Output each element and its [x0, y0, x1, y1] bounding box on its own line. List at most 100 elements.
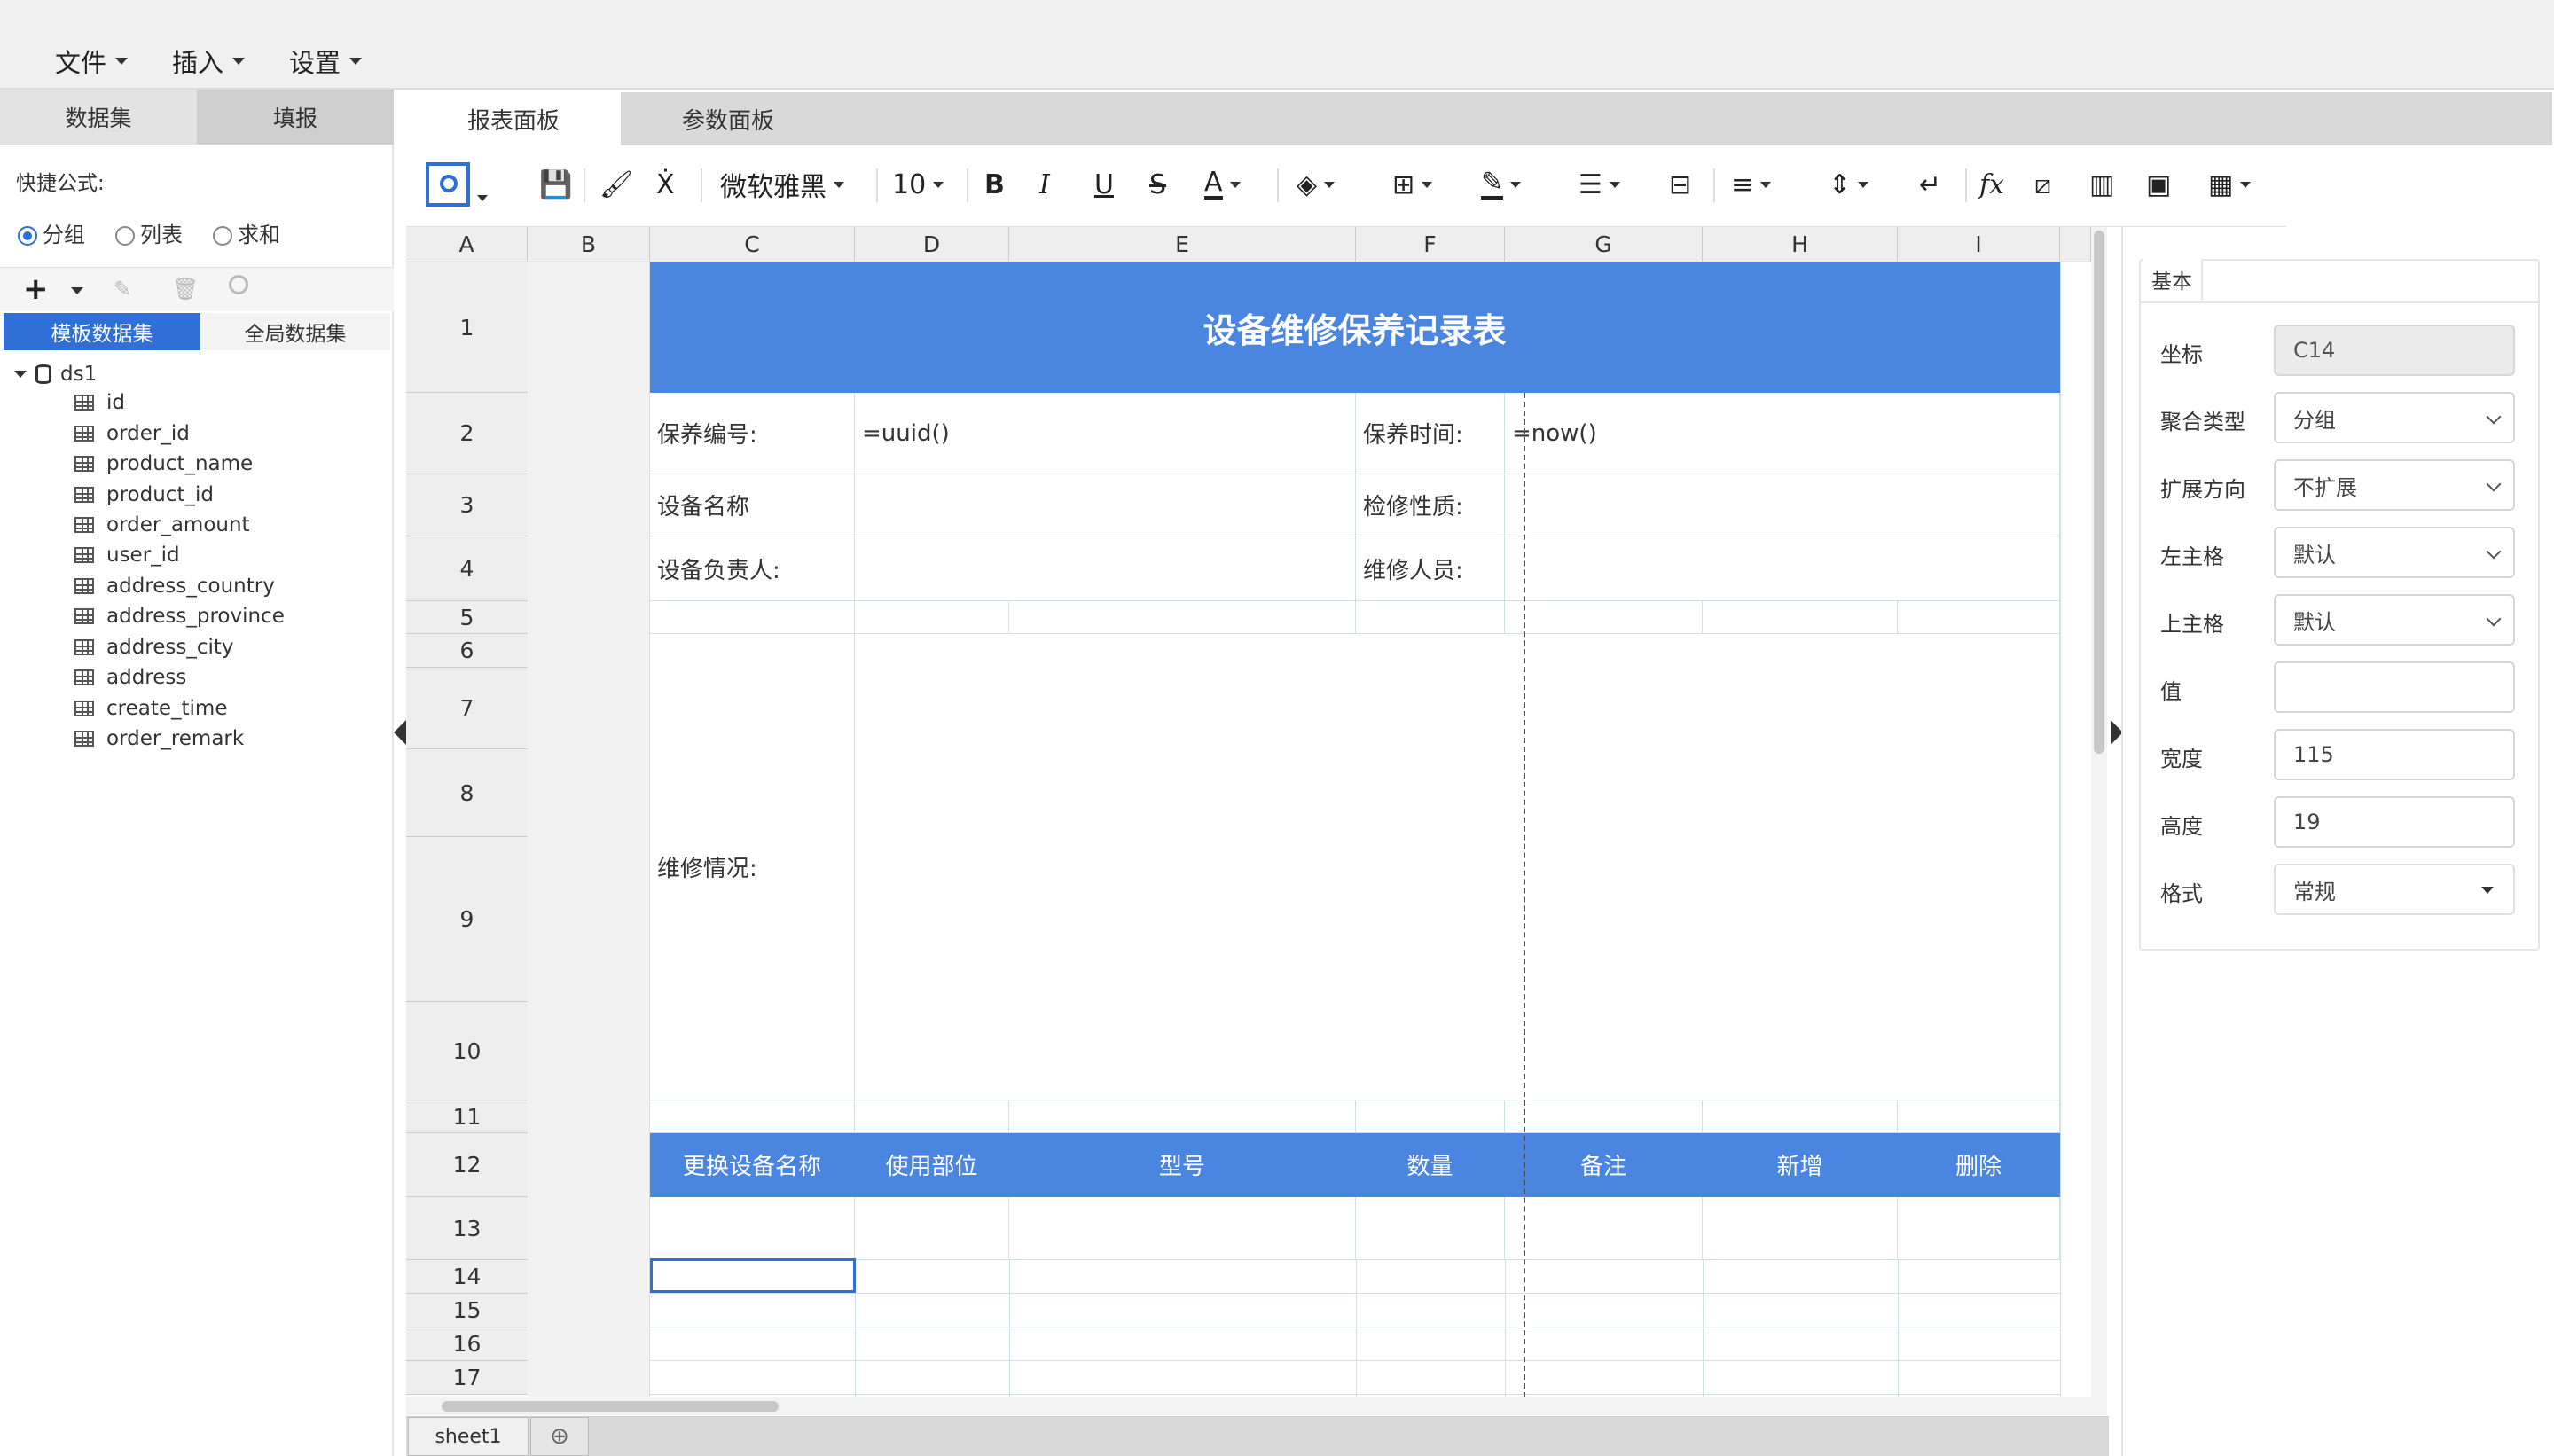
- cell[interactable]: [1703, 1100, 1898, 1133]
- row-header[interactable]: 1: [406, 262, 528, 393]
- cell[interactable]: [1505, 1197, 1703, 1260]
- cell-repair-status-value[interactable]: [855, 634, 2060, 1100]
- row-header[interactable]: 5: [406, 601, 528, 634]
- wrap-text-button[interactable]: ↵: [1919, 163, 1941, 206]
- cell-maint-time-label[interactable]: 保养时间:: [1356, 393, 1505, 474]
- cell-device-name-label[interactable]: 设备名称: [650, 474, 855, 536]
- subtab-template[interactable]: 模板数据集: [4, 313, 200, 350]
- cell-device-name-value[interactable]: [855, 474, 1356, 536]
- delete-icon[interactable]: 🗑: [172, 277, 199, 301]
- tree-field[interactable]: create_time: [74, 695, 227, 722]
- subtab-global[interactable]: 全局数据集: [200, 313, 390, 350]
- collapse-left-icon[interactable]: [394, 720, 406, 745]
- cell-now-formula[interactable]: =now(): [1505, 393, 2060, 474]
- radio-sum[interactable]: 求和: [213, 217, 280, 248]
- table-header-cell[interactable]: 更换设备名称: [650, 1133, 855, 1197]
- cell[interactable]: [1356, 601, 1505, 634]
- cell[interactable]: [1009, 1197, 1356, 1260]
- cell-device-owner-value[interactable]: [855, 536, 1356, 601]
- cell-repair-staff-value[interactable]: [1505, 536, 2060, 601]
- add-sheet-button[interactable]: ⊕: [530, 1417, 589, 1456]
- cell[interactable]: [650, 1100, 855, 1133]
- tree-field[interactable]: address_country: [74, 573, 275, 599]
- cell-inspect-type-value[interactable]: [1505, 474, 2060, 536]
- row-header[interactable]: 4: [406, 536, 528, 601]
- column-header[interactable]: B: [528, 227, 650, 262]
- cell[interactable]: [855, 601, 1009, 634]
- column-header[interactable]: A: [406, 227, 528, 262]
- aggregate-type-select[interactable]: 分组: [2274, 392, 2515, 443]
- image-button[interactable]: ▣: [2146, 163, 2171, 206]
- qrcode-button[interactable]: ▦: [2208, 163, 2252, 206]
- column-header[interactable]: F: [1356, 227, 1505, 262]
- selected-cell-c14[interactable]: [650, 1258, 856, 1293]
- cell[interactable]: [1703, 601, 1898, 634]
- table-header-cell[interactable]: 新增: [1703, 1133, 1898, 1197]
- top-parent-select[interactable]: 默认: [2274, 594, 2515, 646]
- tree-field[interactable]: order_remark: [74, 725, 244, 752]
- search-icon[interactable]: [229, 275, 248, 294]
- table-header-cell[interactable]: 删除: [1898, 1133, 2060, 1197]
- cell[interactable]: [1356, 1100, 1505, 1133]
- cell[interactable]: [1009, 601, 1356, 634]
- column-header[interactable]: G: [1505, 227, 1703, 262]
- table-header-cell[interactable]: 备注: [1505, 1133, 1703, 1197]
- cell[interactable]: [1898, 1100, 2060, 1133]
- border-style-button[interactable]: ☰: [1579, 163, 1620, 206]
- preview-button[interactable]: [426, 162, 488, 207]
- tree-field[interactable]: product_id: [74, 481, 214, 508]
- edit-icon[interactable]: ✎: [114, 277, 131, 301]
- row-header[interactable]: 13: [406, 1197, 528, 1260]
- align-button[interactable]: ≡: [1731, 163, 1772, 206]
- tab-basic[interactable]: 基本: [2143, 259, 2203, 301]
- tree-field[interactable]: address: [74, 664, 186, 691]
- bold-button[interactable]: B: [984, 163, 1005, 206]
- cell[interactable]: [650, 601, 855, 634]
- tree-field[interactable]: address_city: [74, 634, 234, 661]
- font-size-select[interactable]: 10: [892, 163, 944, 206]
- row-header[interactable]: 7: [406, 668, 528, 749]
- table-header-cell[interactable]: 使用部位: [855, 1133, 1009, 1197]
- row-header[interactable]: 8: [406, 749, 528, 837]
- border-button[interactable]: ⊞: [1392, 163, 1433, 206]
- strikethrough-button[interactable]: S: [1149, 163, 1166, 206]
- radio-list[interactable]: 列表: [115, 217, 183, 248]
- row-header[interactable]: 3: [406, 474, 528, 536]
- width-input[interactable]: 115: [2274, 729, 2515, 780]
- cell-repair-staff-label[interactable]: 维修人员:: [1356, 536, 1505, 601]
- cell-maint-no-label[interactable]: 保养编号:: [650, 393, 855, 474]
- formula-button[interactable]: fx: [1979, 163, 2004, 206]
- tab-report-panel[interactable]: 报表面板: [406, 92, 621, 145]
- menu-settings[interactable]: 设置: [289, 43, 363, 80]
- tab-fill[interactable]: 填报: [197, 90, 394, 145]
- tab-dataset[interactable]: 数据集: [0, 90, 197, 145]
- expand-direction-select[interactable]: 不扩展: [2274, 459, 2515, 511]
- cell[interactable]: [1703, 1197, 1898, 1260]
- add-icon[interactable]: +: [23, 271, 49, 307]
- tree-field[interactable]: address_province: [74, 603, 285, 630]
- tree-field[interactable]: product_name: [74, 450, 253, 477]
- font-color-button[interactable]: A: [1204, 163, 1241, 206]
- row-header[interactable]: 10: [406, 1002, 528, 1100]
- format-select[interactable]: 常规: [2274, 864, 2515, 915]
- cell[interactable]: [855, 1100, 1009, 1133]
- column-header[interactable]: E: [1009, 227, 1356, 262]
- height-input[interactable]: 19: [2274, 796, 2515, 848]
- cell-repair-status-label[interactable]: 维修情况:: [650, 634, 855, 1100]
- cell-inspect-type-label[interactable]: 检修性质:: [1356, 474, 1505, 536]
- format-painter-button[interactable]: 🖌: [599, 163, 633, 206]
- chevron-down-icon[interactable]: [71, 287, 83, 294]
- row-header[interactable]: 14: [406, 1260, 528, 1294]
- row-header[interactable]: 16: [406, 1327, 528, 1361]
- table-header-cell[interactable]: 型号: [1009, 1133, 1356, 1197]
- cell-uuid-formula[interactable]: =uuid(): [855, 393, 1356, 474]
- cell[interactable]: [1356, 1197, 1505, 1260]
- tree-dataset-ds1[interactable]: ds1: [14, 363, 97, 386]
- fill-color-button[interactable]: ◈: [1297, 163, 1336, 206]
- row-header[interactable]: 15: [406, 1294, 528, 1327]
- vertical-align-button[interactable]: ⇕: [1829, 163, 1869, 206]
- horizontal-scrollbar[interactable]: [406, 1397, 2091, 1415]
- cell[interactable]: [1505, 601, 1703, 634]
- merge-cells-button[interactable]: ⊟: [1669, 163, 1691, 206]
- tree-field[interactable]: order_amount: [74, 512, 250, 538]
